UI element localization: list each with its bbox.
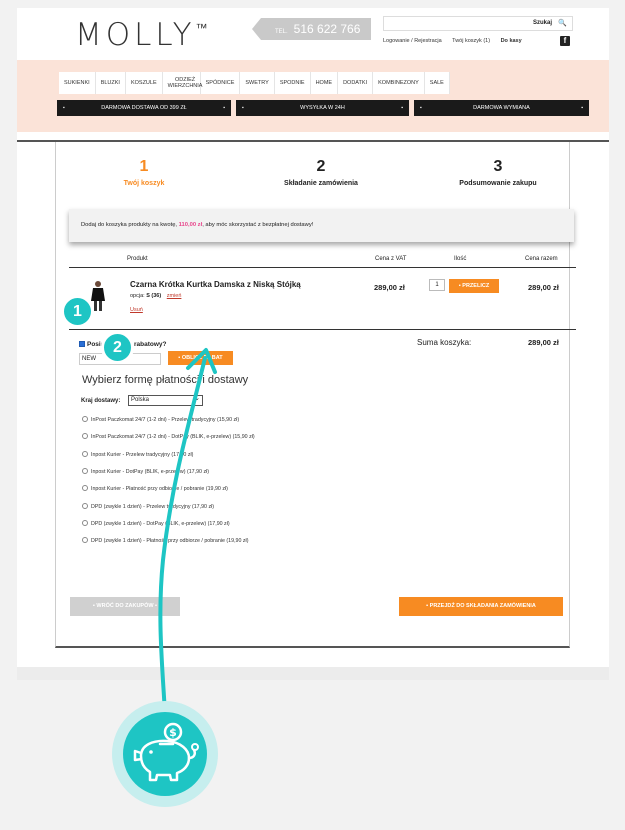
nav-item[interactable]: SWETRY bbox=[240, 72, 275, 94]
header-product: Produkt bbox=[127, 256, 148, 262]
promo-free-delivery: DARMOWA DOSTAWA OD 399 ZŁ bbox=[57, 100, 231, 116]
header-price: Cena z VAT bbox=[375, 256, 407, 262]
header-qty: Ilość bbox=[454, 256, 467, 262]
remove-link[interactable]: Usuń bbox=[130, 307, 143, 313]
nav-item[interactable]: SUKIENKI bbox=[59, 72, 96, 94]
back-to-shopping-button[interactable]: ▪ WRÓĆ DO ZAKUPÓW ▪ bbox=[70, 597, 180, 616]
nav-item[interactable]: ODZIEŻ WIERZCHNIA bbox=[163, 72, 202, 94]
nav-item[interactable]: SPODNIE bbox=[275, 72, 311, 94]
table-bottom-line bbox=[69, 329, 576, 330]
free-shipping-notice: Dodaj do koszyka produkty na kwotę, 110,… bbox=[69, 209, 574, 242]
shipping-option[interactable]: InPost Paczkomat 24/7 (1-2 dni) - Przele… bbox=[82, 416, 239, 423]
step-badge-1: 1 bbox=[61, 295, 94, 328]
search-label: Szukaj bbox=[532, 20, 552, 26]
unit-price: 289,00 zł bbox=[374, 283, 405, 292]
step-1: 1 Twój koszyk bbox=[123, 158, 165, 187]
radio-button[interactable] bbox=[82, 468, 88, 474]
nav-item[interactable]: DODATKI bbox=[338, 72, 374, 94]
cart-panel: 1 Twój koszyk 2 Składanie zamówienia 3 P… bbox=[55, 142, 576, 648]
change-option-link[interactable]: zmień bbox=[167, 293, 182, 299]
top-links: Logowanie / Rejestracja Twój koszyk (1) … bbox=[383, 38, 531, 44]
cart-link[interactable]: Twój koszyk (1) bbox=[452, 38, 490, 44]
shipping-option[interactable]: DPD (zwykle 1 dzień) - Przelew tradycyjn… bbox=[82, 503, 214, 510]
checkout-link[interactable]: Do kasy bbox=[501, 38, 522, 44]
payment-title: Wybierz formę płatności i dostawy bbox=[82, 374, 249, 386]
promo-free-exchange: DARMOWA WYMIANA bbox=[414, 100, 589, 116]
shipping-option[interactable]: Inpost Kurier - Przelew tradycyjny (17,9… bbox=[82, 451, 193, 458]
radio-button[interactable] bbox=[82, 416, 88, 422]
shipping-option[interactable]: DPD (zwykle 1 dzień) - DotPay (BLIK, e-p… bbox=[82, 520, 230, 527]
molly-logo[interactable]: MOLLY™ bbox=[75, 17, 208, 53]
shipping-option[interactable]: DPD (zwykle 1 dzień) - Płatność przy odb… bbox=[82, 537, 249, 544]
product-name[interactable]: Czarna Krótka Kurtka Damska z Niską Stój… bbox=[130, 280, 301, 289]
nav-item[interactable]: BLUZKI bbox=[96, 72, 126, 94]
nav-item[interactable]: HOME bbox=[311, 72, 339, 94]
login-link[interactable]: Logowanie / Rejestracja bbox=[383, 38, 442, 44]
footer-strip bbox=[17, 667, 609, 680]
quantity-input[interactable]: 1 bbox=[429, 279, 445, 291]
piggy-bank-icon: $ bbox=[112, 701, 218, 807]
nav-item[interactable]: KOMBINEZONY bbox=[373, 72, 425, 94]
promo-shipping-24h: WYSYŁKA W 24H bbox=[236, 100, 409, 116]
radio-button[interactable] bbox=[82, 451, 88, 457]
radio-button[interactable] bbox=[82, 503, 88, 509]
svg-text:$: $ bbox=[169, 726, 177, 739]
shipping-option[interactable]: InPost Paczkomat 24/7 (1-2 dni) - DotPay… bbox=[82, 433, 255, 440]
step-badge-2: 2 bbox=[101, 331, 134, 364]
radio-button[interactable] bbox=[82, 537, 88, 543]
radio-button[interactable] bbox=[82, 520, 88, 526]
step-3: 3 Podsumowanie zakupu bbox=[459, 158, 537, 187]
nav-item[interactable]: SPÓDNICE bbox=[201, 72, 241, 94]
search-box[interactable]: Szukaj 🔍 bbox=[383, 16, 573, 31]
country-label: Kraj dostawy: bbox=[81, 398, 121, 404]
apply-discount-button[interactable]: ▪ OBLICZ RABAT bbox=[168, 351, 233, 365]
product-option: opcja: S (36) zmień bbox=[130, 293, 182, 299]
nav-item[interactable]: KOSZULE bbox=[126, 72, 163, 94]
facebook-icon[interactable]: f bbox=[560, 36, 570, 46]
table-top-line bbox=[69, 267, 576, 268]
country-select[interactable]: Polska bbox=[128, 394, 203, 406]
radio-button[interactable] bbox=[82, 485, 88, 491]
recalculate-button[interactable]: ▪ PRZELICZ bbox=[449, 279, 499, 293]
shipping-option[interactable]: Inpost Kurier - DotPay (BLIK, e-przelew)… bbox=[82, 468, 209, 475]
search-icon[interactable]: 🔍 bbox=[558, 19, 567, 27]
radio-button[interactable] bbox=[82, 433, 88, 439]
nav-item[interactable]: SALE bbox=[425, 72, 450, 94]
line-total: 289,00 zł bbox=[528, 283, 559, 292]
pink-band bbox=[17, 60, 609, 132]
main-nav: SUKIENKI BLUZKI KOSZULE ODZIEŻ WIERZCHNI… bbox=[59, 72, 450, 94]
discount-checkbox[interactable] bbox=[79, 341, 85, 347]
step-2: 2 Składanie zamówienia bbox=[284, 158, 358, 187]
header-total: Cena razem bbox=[525, 256, 558, 262]
phone-banner: TEL. 516 622 766 bbox=[252, 18, 371, 40]
proceed-to-order-button[interactable]: ▪ PRZEJDŹ DO SKŁADANIA ZAMÓWIENIA bbox=[399, 597, 563, 616]
cart-sum-label: Suma koszyka: bbox=[417, 338, 472, 347]
cart-sum-value: 289,00 zł bbox=[528, 338, 559, 347]
shipping-option[interactable]: Inpost Kurier - Płatność przy odbiorze /… bbox=[82, 485, 228, 492]
